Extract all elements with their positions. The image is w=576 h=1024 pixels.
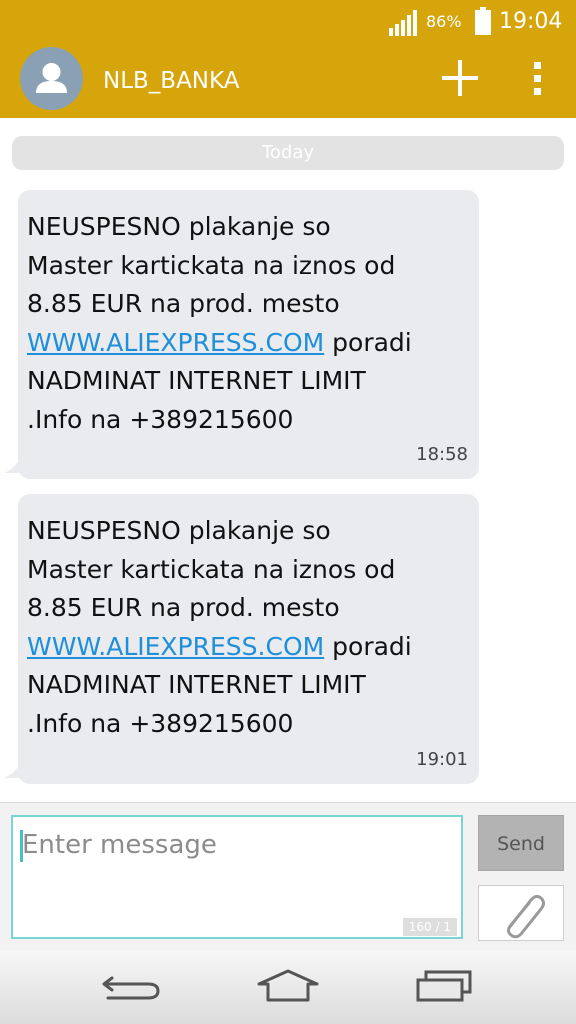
message-link[interactable]: WWW.ALIEXPRESS.COM [27,328,324,357]
message-text: NEUSPESNO plakanje so Master kartickata … [27,516,412,738]
char-counter: 160 / 1 [402,918,457,936]
message-text: NEUSPESNO plakanje so Master kartickata … [27,212,412,434]
clock: 19:04 [499,9,563,34]
recent-apps-button[interactable] [414,968,478,1004]
back-button[interactable] [100,968,164,1004]
bubble-tail [4,459,20,473]
status-bar: 86% 19:04 [0,0,576,44]
person-icon [36,63,67,93]
message-timestamp: 19:01 [416,749,468,770]
message-bubble[interactable]: NEUSPESNO plakanje so Master kartickata … [4,494,479,784]
more-options-button[interactable] [520,56,556,100]
message-bubble[interactable]: NEUSPESNO plakanje so Master kartickata … [4,190,479,479]
app-bar: NLB_BANKA [0,44,576,118]
recent-apps-icon [416,970,472,1002]
avatar[interactable] [20,47,83,110]
message-input-box[interactable]: 160 / 1 [11,815,463,939]
bubble-tail [4,764,20,778]
attach-button[interactable] [478,885,564,941]
message-timestamp: 18:58 [416,444,468,465]
back-icon [102,976,160,1000]
more-vertical-icon [534,62,541,95]
message-link[interactable]: WWW.ALIEXPRESS.COM [27,632,324,661]
plus-icon [442,60,478,96]
message-composer: 160 / 1 Send [0,802,576,951]
add-recipient-button[interactable] [438,56,482,100]
paperclip-icon [507,894,545,939]
send-button[interactable]: Send [478,815,564,871]
message-input[interactable] [22,825,442,865]
battery-icon [475,7,491,35]
home-icon [257,969,319,1002]
signal-strength-icon [389,10,417,36]
contact-name: NLB_BANKA [103,68,240,94]
conversation-thread[interactable]: Today NEUSPESNO plakanje so Master karti… [0,118,576,802]
date-separator: Today [12,136,564,170]
home-button[interactable] [256,968,320,1004]
battery-percent: 86% [426,12,462,31]
navigation-bar [0,950,576,1024]
